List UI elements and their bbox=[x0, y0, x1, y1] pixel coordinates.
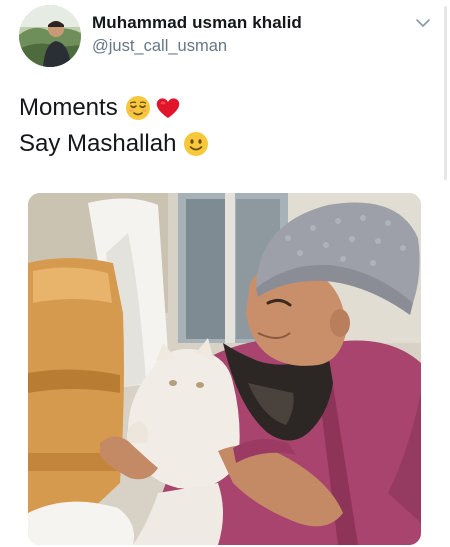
chevron-down-icon[interactable] bbox=[415, 16, 431, 28]
tweet-text-line-1: Moments bbox=[19, 90, 210, 126]
tweet-text-say-mashallah: Say Mashallah bbox=[19, 130, 177, 157]
scrollbar[interactable] bbox=[444, 6, 447, 180]
slightly-smiling-face-emoji bbox=[182, 130, 210, 158]
tweet-photo[interactable] bbox=[28, 193, 421, 545]
author-display-name[interactable]: Muhammad usman khalid bbox=[92, 13, 302, 33]
red-heart-emoji bbox=[154, 94, 182, 122]
tweet-text: Moments Say Mashallah bbox=[19, 90, 210, 162]
avatar[interactable] bbox=[19, 5, 81, 67]
author-handle[interactable]: @just_call_usman bbox=[92, 37, 302, 56]
avatar-image bbox=[19, 5, 81, 67]
tweet-card: Muhammad usman khalid @just_call_usman M… bbox=[0, 0, 450, 547]
tweet-text-moments: Moments bbox=[19, 94, 118, 121]
photo-man-with-cat bbox=[28, 193, 421, 545]
tweet-text-line-2: Say Mashallah bbox=[19, 126, 210, 162]
relieved-face-emoji bbox=[124, 94, 152, 122]
tweet-author[interactable]: Muhammad usman khalid @just_call_usman bbox=[92, 13, 302, 56]
